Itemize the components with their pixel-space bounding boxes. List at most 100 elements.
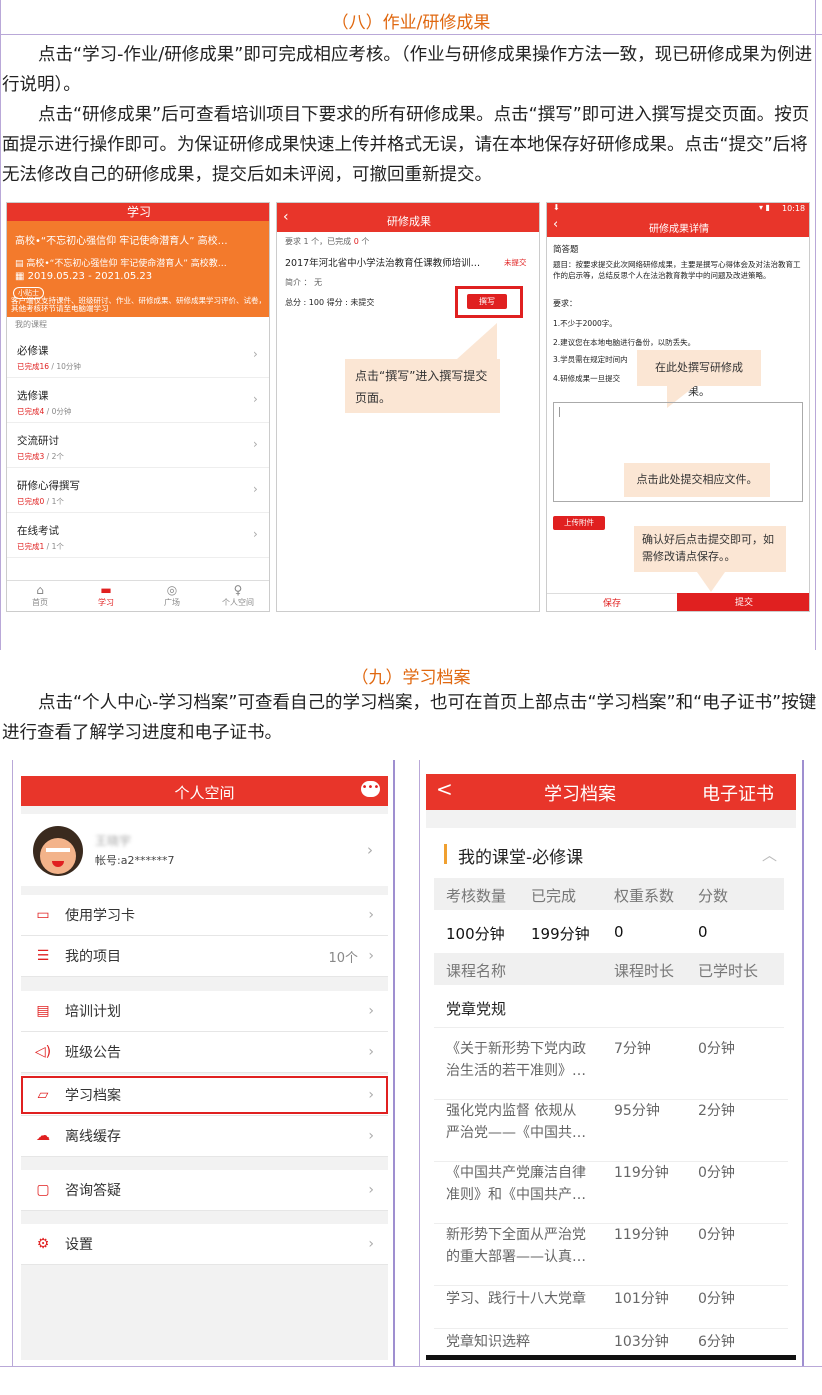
book-icon: ▤ [15,259,27,269]
card-icon: ▭ [36,907,50,923]
collapse-chevron-icon[interactable]: ︿ [762,844,777,865]
chevron-right-icon: › [368,1182,374,1198]
summary-header-cell: 权重系数 [614,887,675,905]
lower-guide-mid-2 [419,760,420,1366]
cloud-download-icon: ☁ [36,1128,50,1144]
profile-chevron-icon: › [367,841,373,859]
avatar [33,826,83,876]
detail-header-title: 研修成果详情 [649,224,709,235]
summary-header-cell: 分数 [698,887,729,905]
archive-highlight [21,1076,388,1114]
certificate-button[interactable]: 电子证书 [702,780,774,806]
tab-book[interactable]: ▬ 学习 [73,583,139,611]
chevron-right-icon: › [253,392,258,406]
course-item-status: 已完成4 [17,407,45,416]
banner-date: ▦ 2019.05.23 - 2021.05.23 [15,271,152,282]
message-icon[interactable]: ••• [361,781,380,797]
upload-attachment-button[interactable]: 上传附件 [553,516,605,530]
summary-value-cell: 0 [698,923,708,941]
course-item[interactable]: 选修课 已完成4 / 0分钟 › [7,378,269,423]
callout-arrow [457,323,497,359]
course-item-extra: / 10分钟 [49,362,81,371]
course-learned: 0分钟 [698,1165,735,1181]
menu-item-0[interactable]: ▭ 使用学习卡 › [21,895,388,936]
course-item-extra: / 1个 [44,542,64,551]
write-button[interactable]: 撰写 [467,294,507,309]
menu-item-label: 班级公告 [65,1045,121,1061]
course-learned: 0分钟 [698,1227,735,1243]
avatar-eyes [46,848,70,854]
archive-title: 学习档案 [544,784,616,805]
study-header: 学习 [7,203,269,221]
course-row[interactable]: 新形势下全面从严治党 的重大部署——认真… 119分钟 0分钟 [434,1224,788,1286]
profile-card[interactable]: 王晓宇 帐号:a2******7 › [21,814,388,886]
course-name-line-2: 治生活的若干准则》… [446,1063,586,1079]
chevron-right-icon: › [368,948,374,964]
tab-compass[interactable]: ◎ 广场 [139,583,205,611]
course-name-line-1: 强化党内监督 依规从 [446,1103,577,1119]
requirement-4: 4.研修成果一旦提交 [553,374,621,383]
banner-subtitle: ▤ 高校•“不忘初心强信仰 牢记使命潜育人” 高校教… [15,256,227,269]
requirement-2: 2.建议您在本地电脑进行备份，以防丢失。 [553,338,696,347]
banner-subtitle-text: 高校•“不忘初心强信仰 牢记使命潜育人” 高校教… [26,259,227,269]
course-learned: 2分钟 [698,1103,735,1119]
course-row[interactable]: 强化党内监督 依规从 严治党——《中国共… 95分钟 2分钟 [434,1100,788,1162]
course-item[interactable]: 在线考试 已完成1 / 1个 › [7,513,269,558]
compass-icon: ◎ [166,583,178,597]
course-item-progress: 已完成4 / 0分钟 [17,406,71,417]
course-item[interactable]: 研修心得撰写 已完成0 / 1个 › [7,468,269,513]
menu-item-3[interactable]: ◁) 班级公告 › [21,1032,388,1073]
study-header-title: 学习 [126,205,151,219]
course-row[interactable]: 学习、践行十八大党章 101分钟 0分钟 [434,1286,788,1329]
tab-label: 首页 [32,598,48,607]
lower-guide-left [12,760,13,1366]
menu-item-1[interactable]: ☰ 我的项目 10个 › [21,936,388,977]
summary-header-cell: 已完成 [531,887,577,905]
archive-section-title: 我的课堂-必修课 [458,848,584,868]
menu-item-5[interactable]: ☁ 离线缓存 › [21,1116,388,1157]
course-item-name: 必修课 [17,345,49,357]
course-name-line-1: 《关于新形势下党内政 [446,1041,586,1057]
course-header-cell: 已学时长 [698,962,759,980]
section-8-paragraph-1: 点击“学习-作业/研修成果”即可完成相应考核。（作业与研修成果操作方法一致，现已… [2,45,813,95]
chevron-right-icon: › [368,907,374,923]
submit-callout: 确认好后点击提交即可，如需修改请点保存。。 [634,526,786,572]
course-item-progress: 已完成0 / 1个 [17,496,64,507]
chevron-right-icon: › [368,1128,374,1144]
course-row[interactable]: 《中国共产党廉洁自律 准则》和《中国共产… 119分钟 0分钟 [434,1162,788,1224]
section-marker [444,844,447,864]
result-status: 未提交 [504,258,527,267]
course-header-cell: 课程时长 [614,962,675,980]
section-8-title: （八）作业/研修成果 [331,13,491,33]
section-8-paragraph-2: 点击“研修成果”后可查看培训项目下要求的所有研修成果。点击“撰写”即可进入撰写提… [2,105,810,185]
tab-label: 学习 [98,598,114,607]
menu-item-7[interactable]: ⚙ 设置 › [21,1224,388,1265]
archive-gap [426,810,796,828]
course-item-name: 选修课 [17,390,49,402]
course-item[interactable]: 交流研讨 已完成3 / 2个 › [7,423,269,468]
submit-button[interactable]: 提交 [677,593,809,611]
summary-value-cell: 100分钟 [446,925,505,943]
tab-home[interactable]: ⌂ 首页 [7,583,73,611]
research-header: ‹ 研修成果 [277,203,539,232]
save-button[interactable]: 保存 [547,593,677,611]
project-banner[interactable]: 高校•“不忘初心强信仰 牢记使命潜育人” 高校… ▤ 高校•“不忘初心强信仰 牢… [7,221,269,317]
lower-guide-mid-1 [393,760,395,1366]
tab-user[interactable]: ♀ 个人空间 [205,583,269,611]
course-item[interactable]: 必修课 已完成16 / 10分钟 › [7,333,269,378]
project-icon: ☰ [36,948,50,964]
course-item-name: 研修心得撰写 [17,480,80,492]
course-row[interactable]: 《关于新形势下党内政 治生活的若干准则》… 7分钟 0分钟 [434,1038,788,1100]
personal-header: 个人空间 ••• [21,776,388,806]
page-guide-left [0,0,1,650]
summary-header-cell: 考核数量 [446,887,507,905]
course-row[interactable]: 党章知识选粹 103分钟 6分钟 [434,1329,788,1355]
back-button[interactable]: < [436,777,453,801]
course-group-title: 党章党规 [446,1000,507,1018]
result-score: 总分 : 100 得分 : 未提交 [285,298,375,307]
course-learned: 6分钟 [698,1334,735,1350]
download-icon: ⬇ [553,203,560,212]
menu-item-6[interactable]: ▢ 咨询答疑 › [21,1170,388,1211]
menu-item-2[interactable]: ▤ 培训计划 › [21,991,388,1032]
course-name-line-2: 准则》和《中国共产… [446,1187,586,1203]
